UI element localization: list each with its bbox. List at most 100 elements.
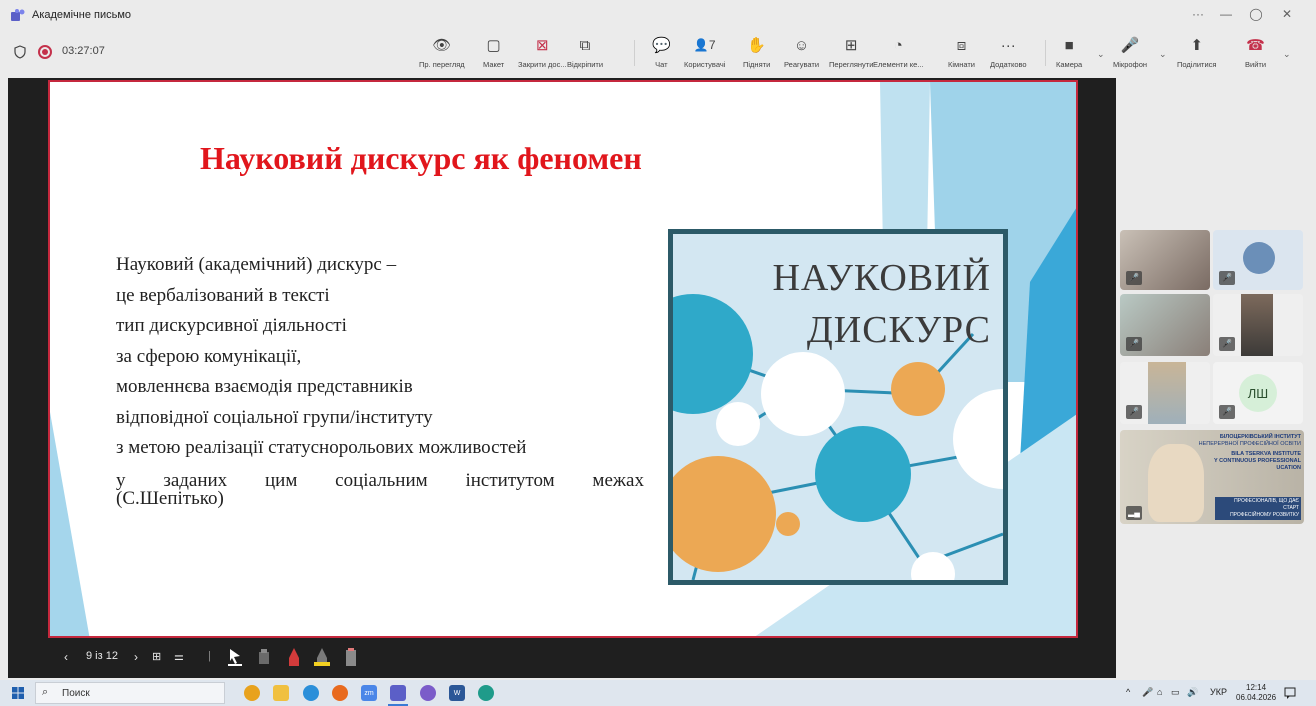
window-title: Академічне письмо [32,9,132,21]
teams-app-icon [11,9,25,21]
toolbar-divider [1045,40,1046,66]
edge-icon[interactable] [303,685,319,701]
presentation-slide: Науковий дискурс як феномен Науковий (ак… [48,80,1078,638]
breakout-rooms-button[interactable]: ⧈ Кімнати [948,34,975,74]
banner-text: БІЛОЦЕРКІВСЬКИЙ ІНСТИТУТ [1219,434,1301,440]
camera-button[interactable]: ■ Камера [1056,34,1082,74]
eraser-icon[interactable] [258,649,270,665]
taskbar-search-box[interactable]: ⌕ Поиск [35,682,225,704]
leave-button[interactable]: ☎ Вийти [1245,34,1266,74]
leave-options-chevron-icon[interactable]: ⌄ [1283,49,1291,60]
chat-icon: 💬 [652,37,671,54]
share-icon: ⬆ [1190,37,1204,54]
settings-sliders-icon[interactable]: ⚌ [174,650,184,663]
slide-title: Науковий дискурс як феномен [200,140,642,176]
participant-photo [1148,362,1186,424]
shield-icon[interactable] [14,45,26,59]
slide-counter: 9 із 12 [86,650,118,662]
word-icon[interactable]: W [449,685,465,701]
stop-sharing-button[interactable]: ⊠ Закрити дос... [518,34,567,74]
show-hidden-icons-chevron-icon[interactable]: ^ [1126,687,1130,697]
teams-icon[interactable] [388,685,408,706]
banner-text: UCATION [1276,465,1301,471]
participant-initials-avatar: ЛШ [1239,374,1277,412]
muted-microphone-icon: 🎤 [1126,271,1142,285]
microphone-in-use-icon[interactable]: 🎤 [1142,687,1153,698]
clock-time: 12:14 [1246,683,1267,692]
slide-text-line: з метою реалізації статуснорольових можл… [116,437,527,458]
firefox-icon[interactable] [332,685,348,701]
participant-video-tile[interactable]: 🎤 [1120,294,1210,356]
participant-video-tile[interactable]: ЛШ 🎤 [1213,362,1303,424]
slide-body-text: Науковий (академічний) дискурс – це верб… [116,250,656,508]
view-button[interactable]: ⊞ Переглянути [829,34,873,74]
share-button[interactable]: ⬆ Поділитися [1177,34,1216,74]
recording-indicator-icon [38,45,52,59]
more-window-options-button[interactable]: ··· [1188,7,1208,21]
edge-dev-icon[interactable] [478,685,494,701]
zoom-icon[interactable]: zm [361,685,377,701]
react-icon: ☺ [793,36,810,54]
volume-icon[interactable]: 🔊 [1187,687,1198,698]
language-indicator[interactable]: УКР [1210,687,1227,697]
minimize-button[interactable]: — [1216,7,1236,21]
laser-pen-icon[interactable] [345,648,357,666]
grid-view-icon[interactable]: ⊞ [152,650,161,663]
camera-options-chevron-icon[interactable]: ⌄ [1097,49,1105,60]
red-pen-icon[interactable] [288,648,300,666]
previous-slide-icon[interactable]: ‹ [64,650,68,664]
banner-text: ПРОФЕСІЙНОМУ РОЗВИТКУ [1230,512,1299,518]
raise-hand-icon: ✋ [747,37,766,54]
banner-text: ПРОФЕСІОНАЛІВ, ЩО ДАЄ СТАРТ [1234,498,1299,511]
apps-icon: ◔ [893,36,903,54]
slide-text-line: мовленнєва взаємодія представників [116,376,413,397]
apps-button[interactable]: ◔ Елементи ке... [873,34,924,74]
participants-video-panel: 🎤 🎤 🎤 🎤 🎤 ЛШ 🎤 БІЛОЦЕРКІВСЬКИЙ ІНСТИТУТ … [1118,78,1316,678]
windows-start-icon[interactable] [12,687,24,699]
restore-button[interactable]: ◯ [1246,7,1266,21]
chrome-icon[interactable] [244,685,260,701]
slide-controls: ‹ 9 із 12 › ⊞ ⚌ | [48,640,448,676]
popout-button[interactable]: ⧉ Відкріпити [567,34,603,74]
slide-text-line: тип дискурсивної діяльності [116,315,347,336]
participant-video-tile-active-speaker[interactable]: БІЛОЦЕРКІВСЬКИЙ ІНСТИТУТ НЕПЕРЕРВНОЇ ПРО… [1120,430,1304,524]
viber-icon[interactable] [420,685,436,701]
participants-button[interactable]: 👤7 Користувачі [684,34,725,74]
display-icon[interactable]: ▭ [1171,687,1180,698]
participant-video-tile[interactable]: 🎤 [1213,294,1303,356]
highlighter-icon[interactable] [314,648,330,666]
participant-video-tile[interactable]: 🎤 [1213,230,1303,290]
react-button[interactable]: ☺ Реагувати [784,34,819,74]
network-icon[interactable]: ⌂ [1157,687,1162,697]
next-slide-icon[interactable]: › [134,650,138,664]
clock-date: 06.04.2026 [1236,693,1277,702]
pointer-icon[interactable] [228,648,242,666]
chat-button[interactable]: 💬 Чат [652,34,671,74]
shared-content-stage: Науковий дискурс як феномен Науковий (ак… [8,78,1116,678]
layout-button[interactable]: ▢ Макет [483,34,504,74]
more-actions-button[interactable]: ··· Додатково [990,34,1027,74]
picture-title-line: НАУКОВИЙ [772,257,991,299]
popout-icon: ⧉ [579,36,591,54]
taskbar-clock[interactable]: 12:14 06.04.2026 [1236,683,1276,703]
file-explorer-icon[interactable] [273,685,289,701]
rooms-icon: ⧈ [956,36,967,54]
preview-button[interactable]: 👁 Пр. перегляд [419,34,465,74]
raise-hand-button[interactable]: ✋ Підняти [743,34,770,74]
search-placeholder: Поиск [62,688,90,699]
speaking-signal-icon: ▂▄ [1126,506,1142,520]
microphone-options-chevron-icon[interactable]: ⌄ [1159,49,1167,60]
microphone-button[interactable]: 🎤 Мікрофон [1113,34,1147,74]
participant-video-tile[interactable]: 🎤 [1120,230,1210,290]
search-icon: ⌕ [42,686,49,698]
notifications-icon[interactable] [1284,687,1296,699]
scientific-discourse-picture: НАУКОВИЙ ДИСКУРС [668,229,1008,585]
close-share-icon: ⊠ [536,37,549,54]
slide-text-line: у заданих цим соціальним інститутом межа… [116,469,644,491]
close-window-button[interactable]: ✕ [1277,7,1297,21]
microphone-icon: 🎤 [1120,37,1140,54]
participant-video-tile[interactable]: 🎤 [1120,362,1210,424]
picture-title-line: ДИСКУРС [806,309,991,351]
layout-icon: ▢ [486,37,501,54]
meeting-toolbar: 03:27:07 👁 Пр. перегляд ▢ Макет ⊠ Закрит… [0,30,1316,78]
